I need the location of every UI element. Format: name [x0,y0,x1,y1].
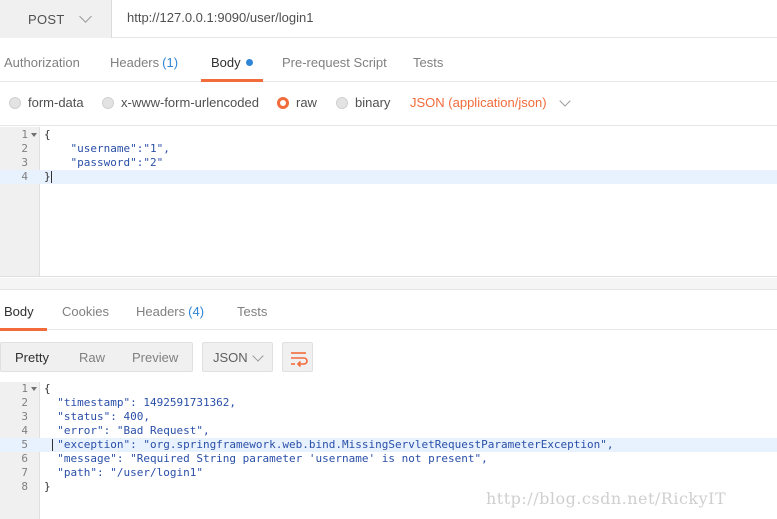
code-text: "username":"1", [44,142,170,155]
code-line: 4 "error": "Bad Request", [0,424,777,438]
text-cursor [51,171,52,183]
fold-arrow-icon[interactable] [31,133,37,137]
code-text: "error": "Bad Request", [44,424,210,437]
method-label: POST [28,11,65,27]
line-number: 1 [21,128,28,141]
radio-form-data[interactable]: form-data [9,95,84,110]
response-toolbar: Pretty Raw Preview JSON [0,330,777,382]
tab-label: Body [211,55,241,70]
radio-raw[interactable]: raw [277,95,317,110]
line-number: 6 [21,452,28,465]
code-text: { [44,128,51,141]
code-line: 7 "path": "/user/login1" [0,466,777,480]
code-line: 2 "username":"1", [0,142,777,156]
radio-urlencoded[interactable]: x-www-form-urlencoded [102,95,259,110]
code-line-active: 4 } [0,170,777,184]
url-bar: POST http://127.0.0.1:9090/user/login1 [0,0,777,38]
line-number: 3 [21,156,28,169]
line-number: 1 [21,382,28,395]
radio-binary[interactable]: binary [336,95,390,110]
code-line: 3 "password":"2" [0,156,777,170]
line-number: 2 [21,396,28,409]
code-line: 3 "status": 400, [0,410,777,424]
body-type-selector: form-data x-www-form-urlencoded raw bina… [0,82,777,126]
tab-response-headers[interactable]: Headers (4) [136,295,204,331]
line-number: 5 [21,438,28,451]
tab-authorization[interactable]: Authorization [4,46,80,82]
code-line: 1 { [0,128,777,142]
url-input[interactable]: http://127.0.0.1:9090/user/login1 [127,10,313,25]
code-line: 1 { [0,382,777,396]
code-text: { [44,382,51,395]
code-line: 2 "timestamp": 1492591731362, [0,396,777,410]
radio-circle-icon [9,96,21,109]
wrap-lines-icon [291,352,308,368]
preview-button[interactable]: Preview [132,350,178,365]
code-text: "timestamp": 1492591731362, [44,396,237,409]
tab-label: Authorization [4,55,80,70]
line-number: 4 [21,424,28,437]
tab-label: Cookies [62,304,109,319]
content-type-label: JSON (application/json) [410,95,547,110]
method-select[interactable]: POST [0,0,112,38]
code-text: "status": 400, [44,410,150,423]
line-number: 8 [21,480,28,493]
radio-circle-icon [336,96,348,109]
radio-circle-icon [102,96,114,109]
code-text: "path": "/user/login1" [44,466,203,479]
view-mode-group: Pretty Raw Preview [0,342,193,372]
format-select[interactable]: JSON [202,342,273,372]
tab-label: Headers [136,304,186,319]
radio-selected-icon [277,96,289,109]
raw-button[interactable]: Raw [79,350,105,365]
line-number: 2 [21,142,28,155]
code-text: "message": "Required String parameter 'u… [44,452,488,465]
tab-label: Pre-request Script [282,55,387,70]
headers-count: (4) [188,304,205,319]
tab-body[interactable]: Body [201,46,263,82]
content-type-select[interactable]: JSON (application/json) [410,94,571,110]
tab-cookies[interactable]: Cookies [62,295,109,331]
format-label: JSON [213,350,248,365]
code-line-active: 5 "exception": "org.springframework.web.… [0,438,777,452]
code-text: "exception": "org.springframework.web.bi… [44,438,614,451]
tab-label: Tests [413,55,444,70]
tab-response-body[interactable]: Body [0,295,47,331]
line-number: 3 [21,410,28,423]
request-tabs: Authorization Headers (1) Body Pre-reques… [0,46,777,82]
tab-label: Body [4,304,34,319]
wrap-lines-button[interactable] [282,342,313,372]
watermark: http://blog.csdn.net/RickyIT [486,489,727,508]
tab-pre-request-script[interactable]: Pre-request Script [282,46,387,82]
tab-tests[interactable]: Tests [413,46,443,82]
radio-label: x-www-form-urlencoded [121,95,259,110]
radio-label: binary [355,95,391,110]
code-text: } [44,480,51,493]
chevron-down-icon [78,10,92,23]
code-text: } [44,170,51,183]
radio-label: raw [296,95,317,110]
modified-dot-icon [245,59,253,66]
code-text: "password":"2" [44,156,164,169]
chevron-down-icon [558,94,571,107]
headers-count: (1) [162,55,179,70]
response-tabs: Body Cookies Headers (4) Tests [0,295,777,331]
tab-label: Tests [237,304,268,319]
line-number: 7 [21,466,28,479]
pane-splitter[interactable] [0,278,777,290]
chevron-down-icon [252,350,264,362]
fold-arrow-icon[interactable] [31,387,37,391]
line-number: 4 [21,170,28,183]
request-body-editor[interactable]: 1 { 2 "username":"1", 3 "password":"2" 4… [0,127,777,277]
tab-response-tests[interactable]: Tests [237,295,267,331]
tab-headers[interactable]: Headers (1) [110,46,178,82]
tab-label: Headers [110,55,160,70]
code-line: 6 "message": "Required String parameter … [0,452,777,466]
radio-label: form-data [28,95,84,110]
pretty-button[interactable]: Pretty [15,350,49,365]
